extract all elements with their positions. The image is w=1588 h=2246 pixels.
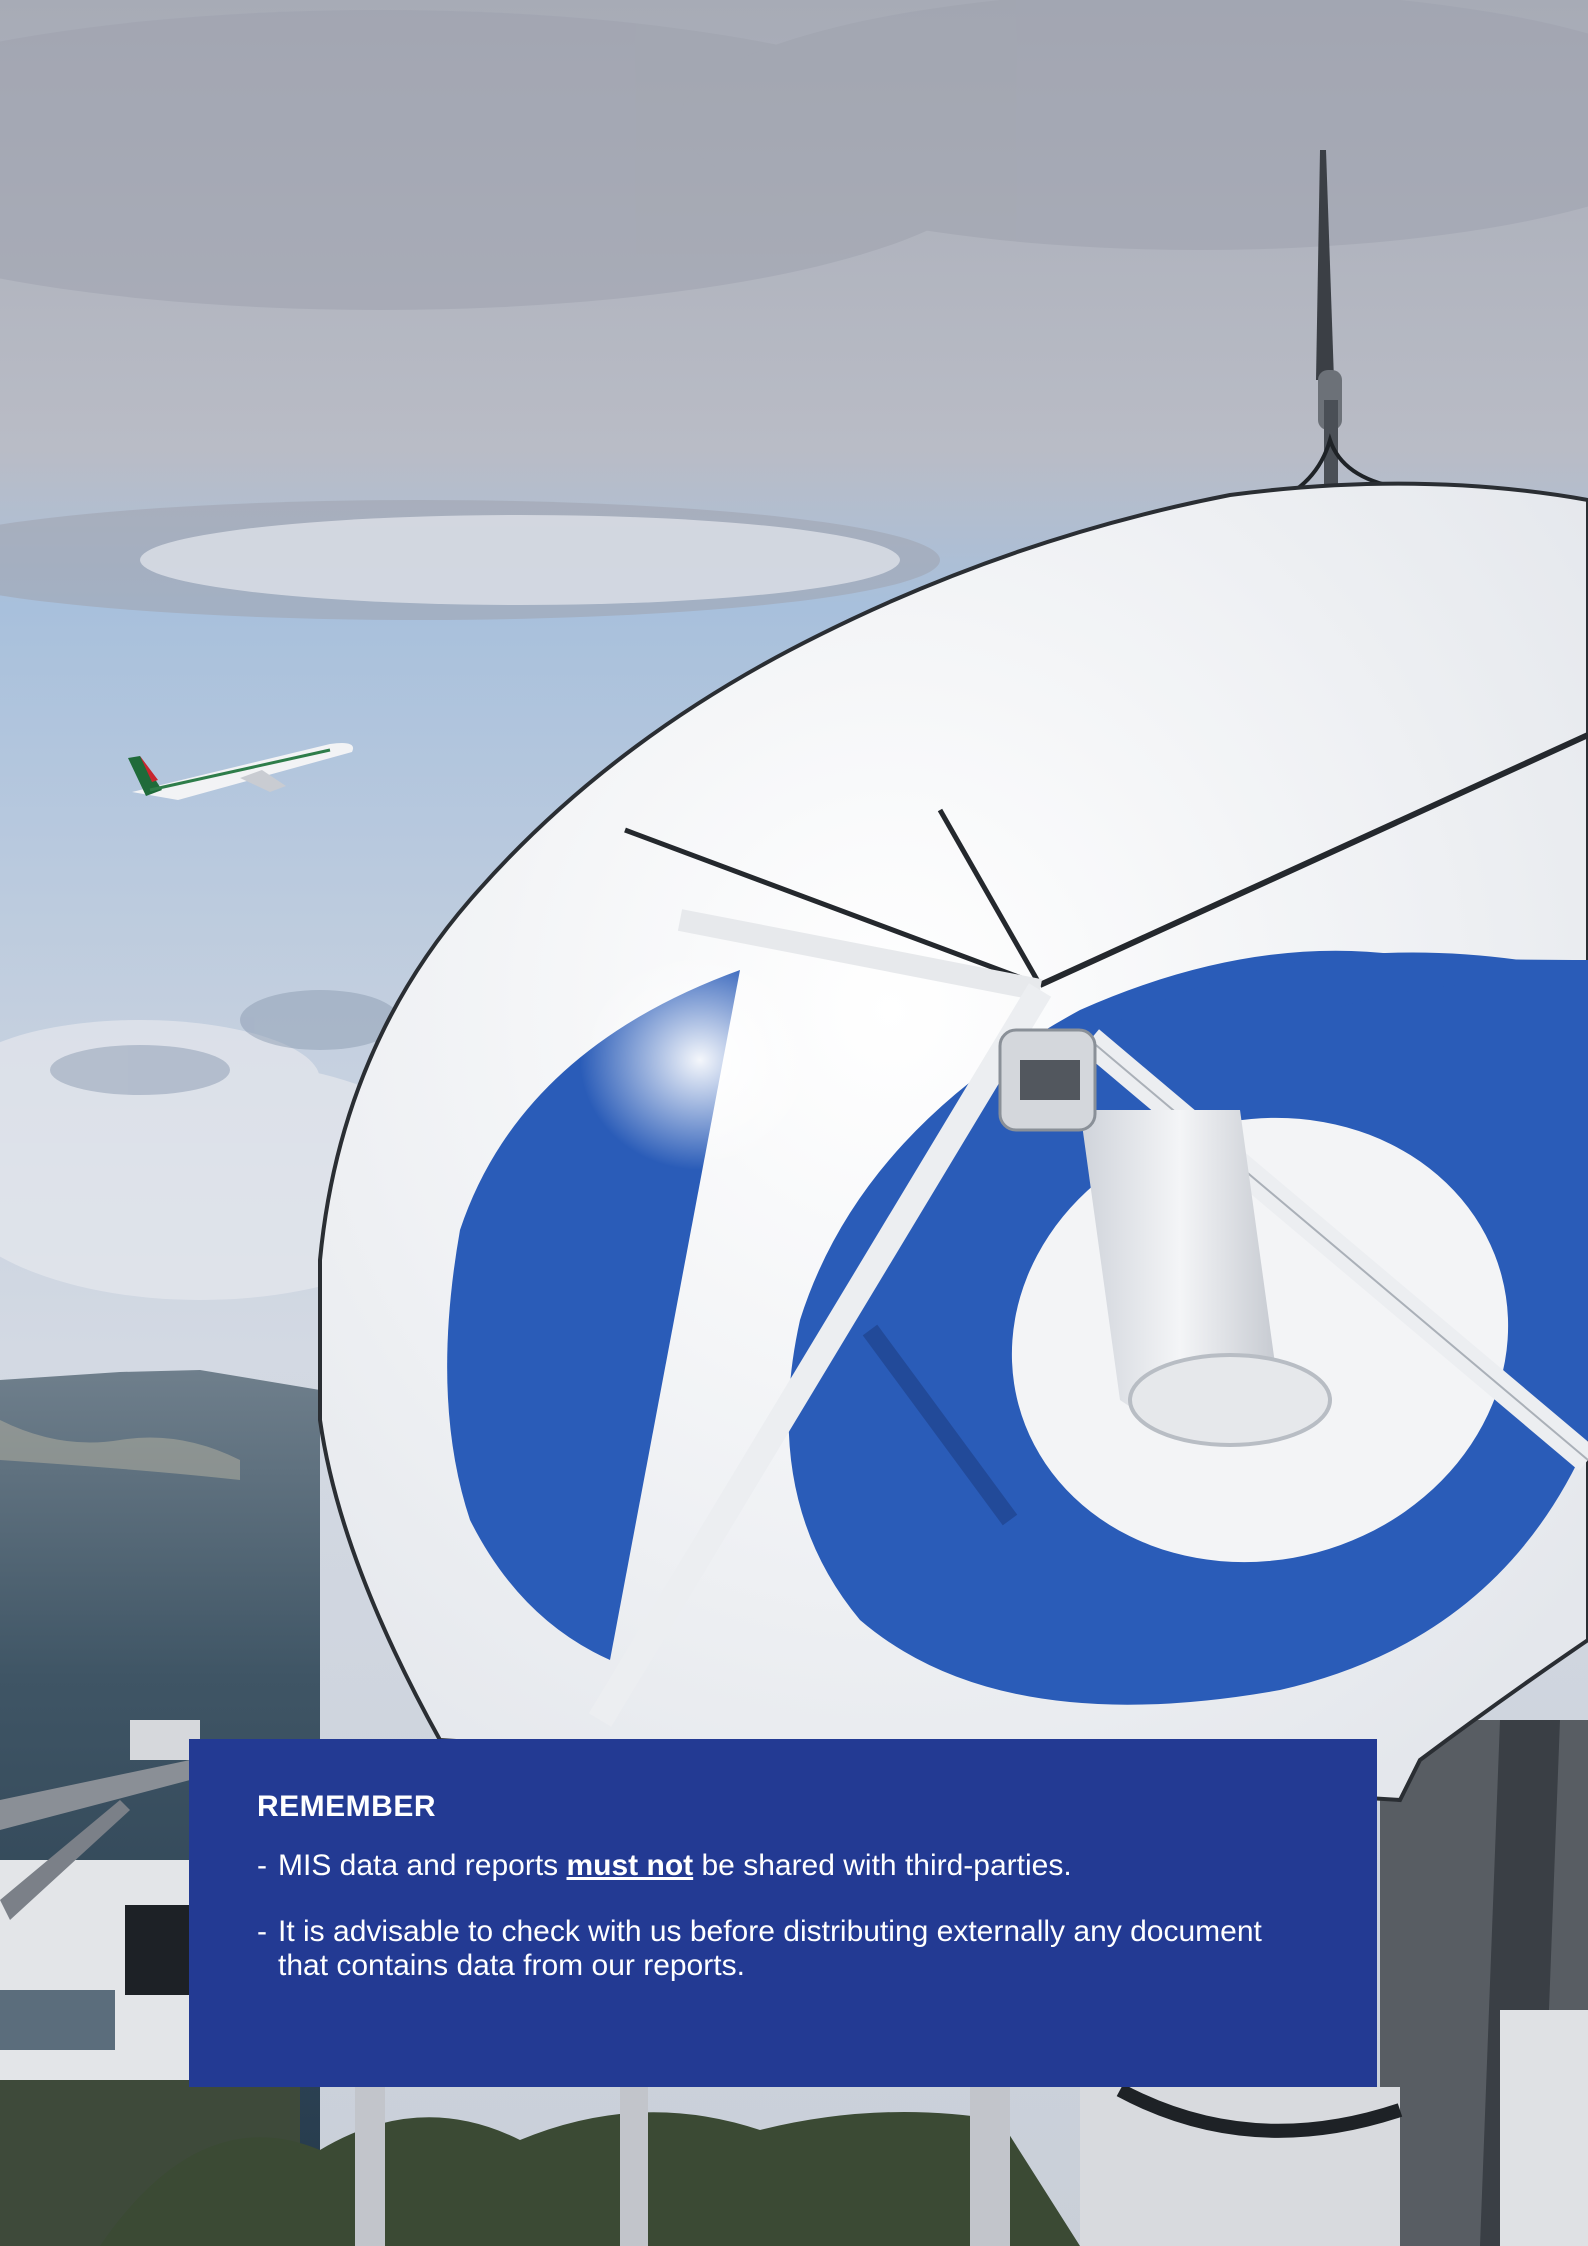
remember-callout: REMEMBER - MIS data and reports must not… [189,1739,1377,2087]
callout-text-after: be shared with third-parties. [693,1849,1072,1882]
document-page: REMEMBER - MIS data and reports must not… [0,0,1588,2246]
list-dash: - [257,1915,267,1948]
callout-list: - MIS data and reports must not be share… [257,1849,1309,1983]
callout-emphasis: must not [566,1849,694,1882]
callout-item-advice: - It is advisable to check with us befor… [257,1915,1309,1983]
callout-text: It is advisable to check with us before … [278,1915,1262,1982]
list-dash: - [257,1849,267,1882]
callout-item-sharing: - MIS data and reports must not be share… [257,1849,1309,1883]
callout-text-before: MIS data and reports [278,1849,567,1882]
callout-title: REMEMBER [257,1790,437,1823]
